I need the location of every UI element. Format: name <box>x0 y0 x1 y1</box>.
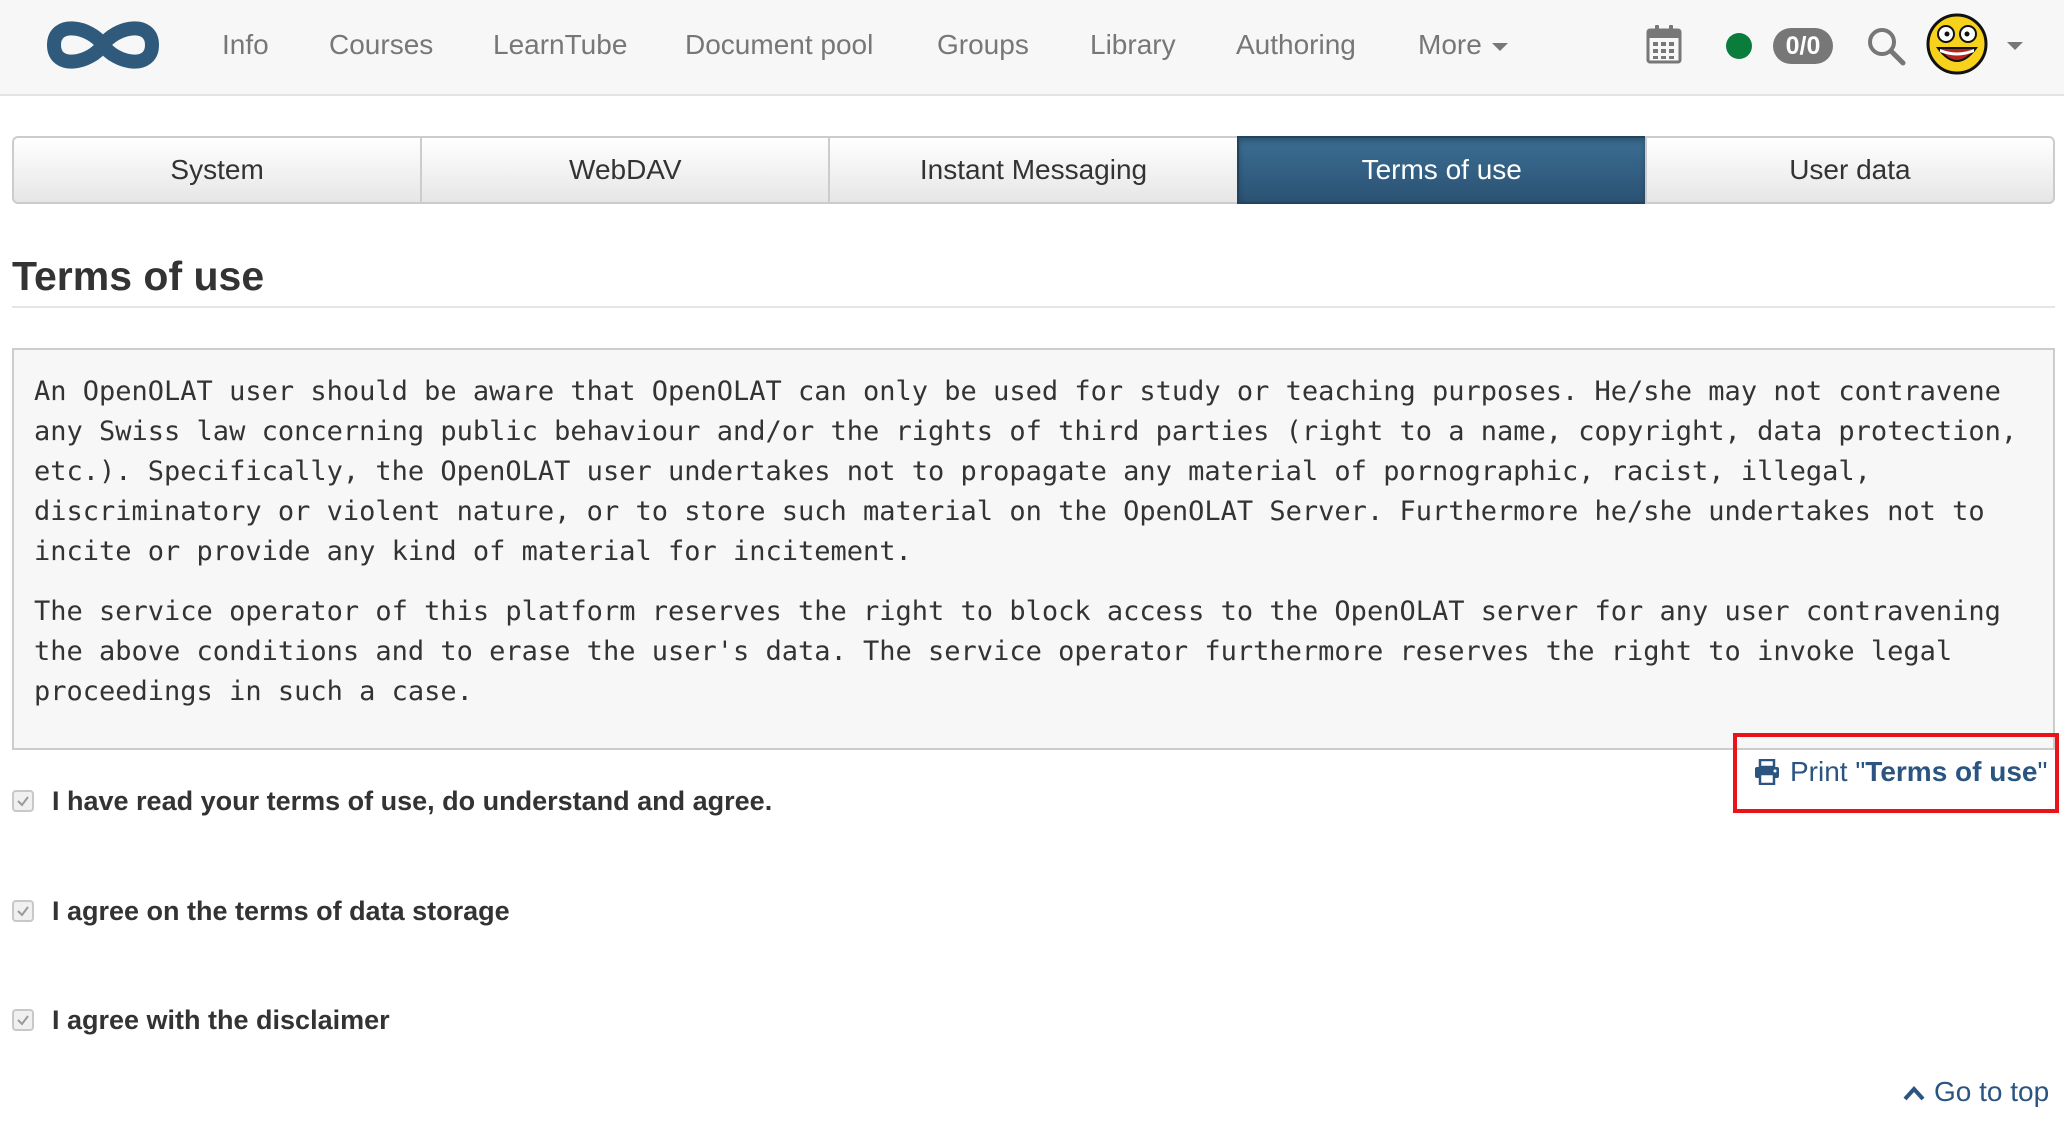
checkmark-icon <box>17 1015 29 1026</box>
nav-item-groups[interactable]: Groups <box>937 0 1029 90</box>
agree-disclaimer-checkbox[interactable] <box>12 1009 34 1031</box>
terms-paragraph: The service operator of this platform re… <box>34 596 2001 707</box>
go-to-top-label: Go to top <box>1934 1076 2050 1107</box>
terms-text-box: An OpenOLAT user should be aware that Op… <box>12 348 2055 750</box>
top-navbar: Info Courses LearnTube Document pool Gro… <box>0 0 2064 96</box>
nav-item-learntube[interactable]: LearnTube <box>493 0 627 90</box>
nav-item-info[interactable]: Info <box>222 0 269 90</box>
nav-item-authoring[interactable]: Authoring <box>1236 0 1356 90</box>
agree-data-storage-label: I agree on the terms of data storage <box>52 896 510 926</box>
go-to-top-link[interactable]: Go to top <box>1902 1072 2049 1112</box>
infinity-logo-icon[interactable] <box>42 14 164 76</box>
print-link-name: Terms of use <box>1865 756 2038 787</box>
settings-tabs: System WebDAV Instant Messaging Terms of… <box>12 136 2056 204</box>
nav-more-label: More <box>1418 29 1482 60</box>
print-link-prefix: Print " <box>1790 756 1866 787</box>
print-link-suffix: " <box>2037 756 2048 787</box>
print-terms-link[interactable]: Print "Terms of use" <box>1754 752 2047 792</box>
counter-badge[interactable]: 0/0 <box>1773 28 1833 64</box>
nav-item-document-pool[interactable]: Document pool <box>685 0 873 90</box>
tab-terms-of-use[interactable]: Terms of use <box>1236 136 1647 204</box>
tab-webdav[interactable]: WebDAV <box>420 136 831 204</box>
online-status-icon[interactable] <box>1726 33 1752 59</box>
nav-item-more[interactable]: More <box>1418 0 1508 90</box>
agree-terms-checkbox[interactable] <box>12 790 34 812</box>
avatar-menu-chevron-icon[interactable] <box>2007 42 2023 50</box>
agree-data-storage-checkbox[interactable] <box>12 900 34 922</box>
printer-icon <box>1755 758 1779 786</box>
page-title: Terms of use <box>12 253 265 299</box>
chevron-up-icon <box>1903 1086 1925 1101</box>
title-divider <box>12 306 2055 308</box>
nav-item-library[interactable]: Library <box>1090 0 1176 90</box>
chevron-down-icon <box>1491 42 1508 51</box>
avatar-icon[interactable] <box>1926 12 1988 76</box>
terms-paragraph: An OpenOLAT user should be aware that Op… <box>34 376 2018 567</box>
tab-instant-messaging[interactable]: Instant Messaging <box>828 136 1239 204</box>
tab-user-data[interactable]: User data <box>1644 136 2056 204</box>
agree-disclaimer-label: I agree with the disclaimer <box>52 1005 390 1035</box>
calendar-icon[interactable] <box>1646 24 1682 64</box>
search-icon[interactable] <box>1866 26 1906 66</box>
tab-system[interactable]: System <box>12 136 423 204</box>
nav-item-courses[interactable]: Courses <box>329 0 433 90</box>
checkmark-icon <box>17 796 29 807</box>
agree-terms-label: I have read your terms of use, do unders… <box>52 786 773 816</box>
checkmark-icon <box>17 906 29 917</box>
